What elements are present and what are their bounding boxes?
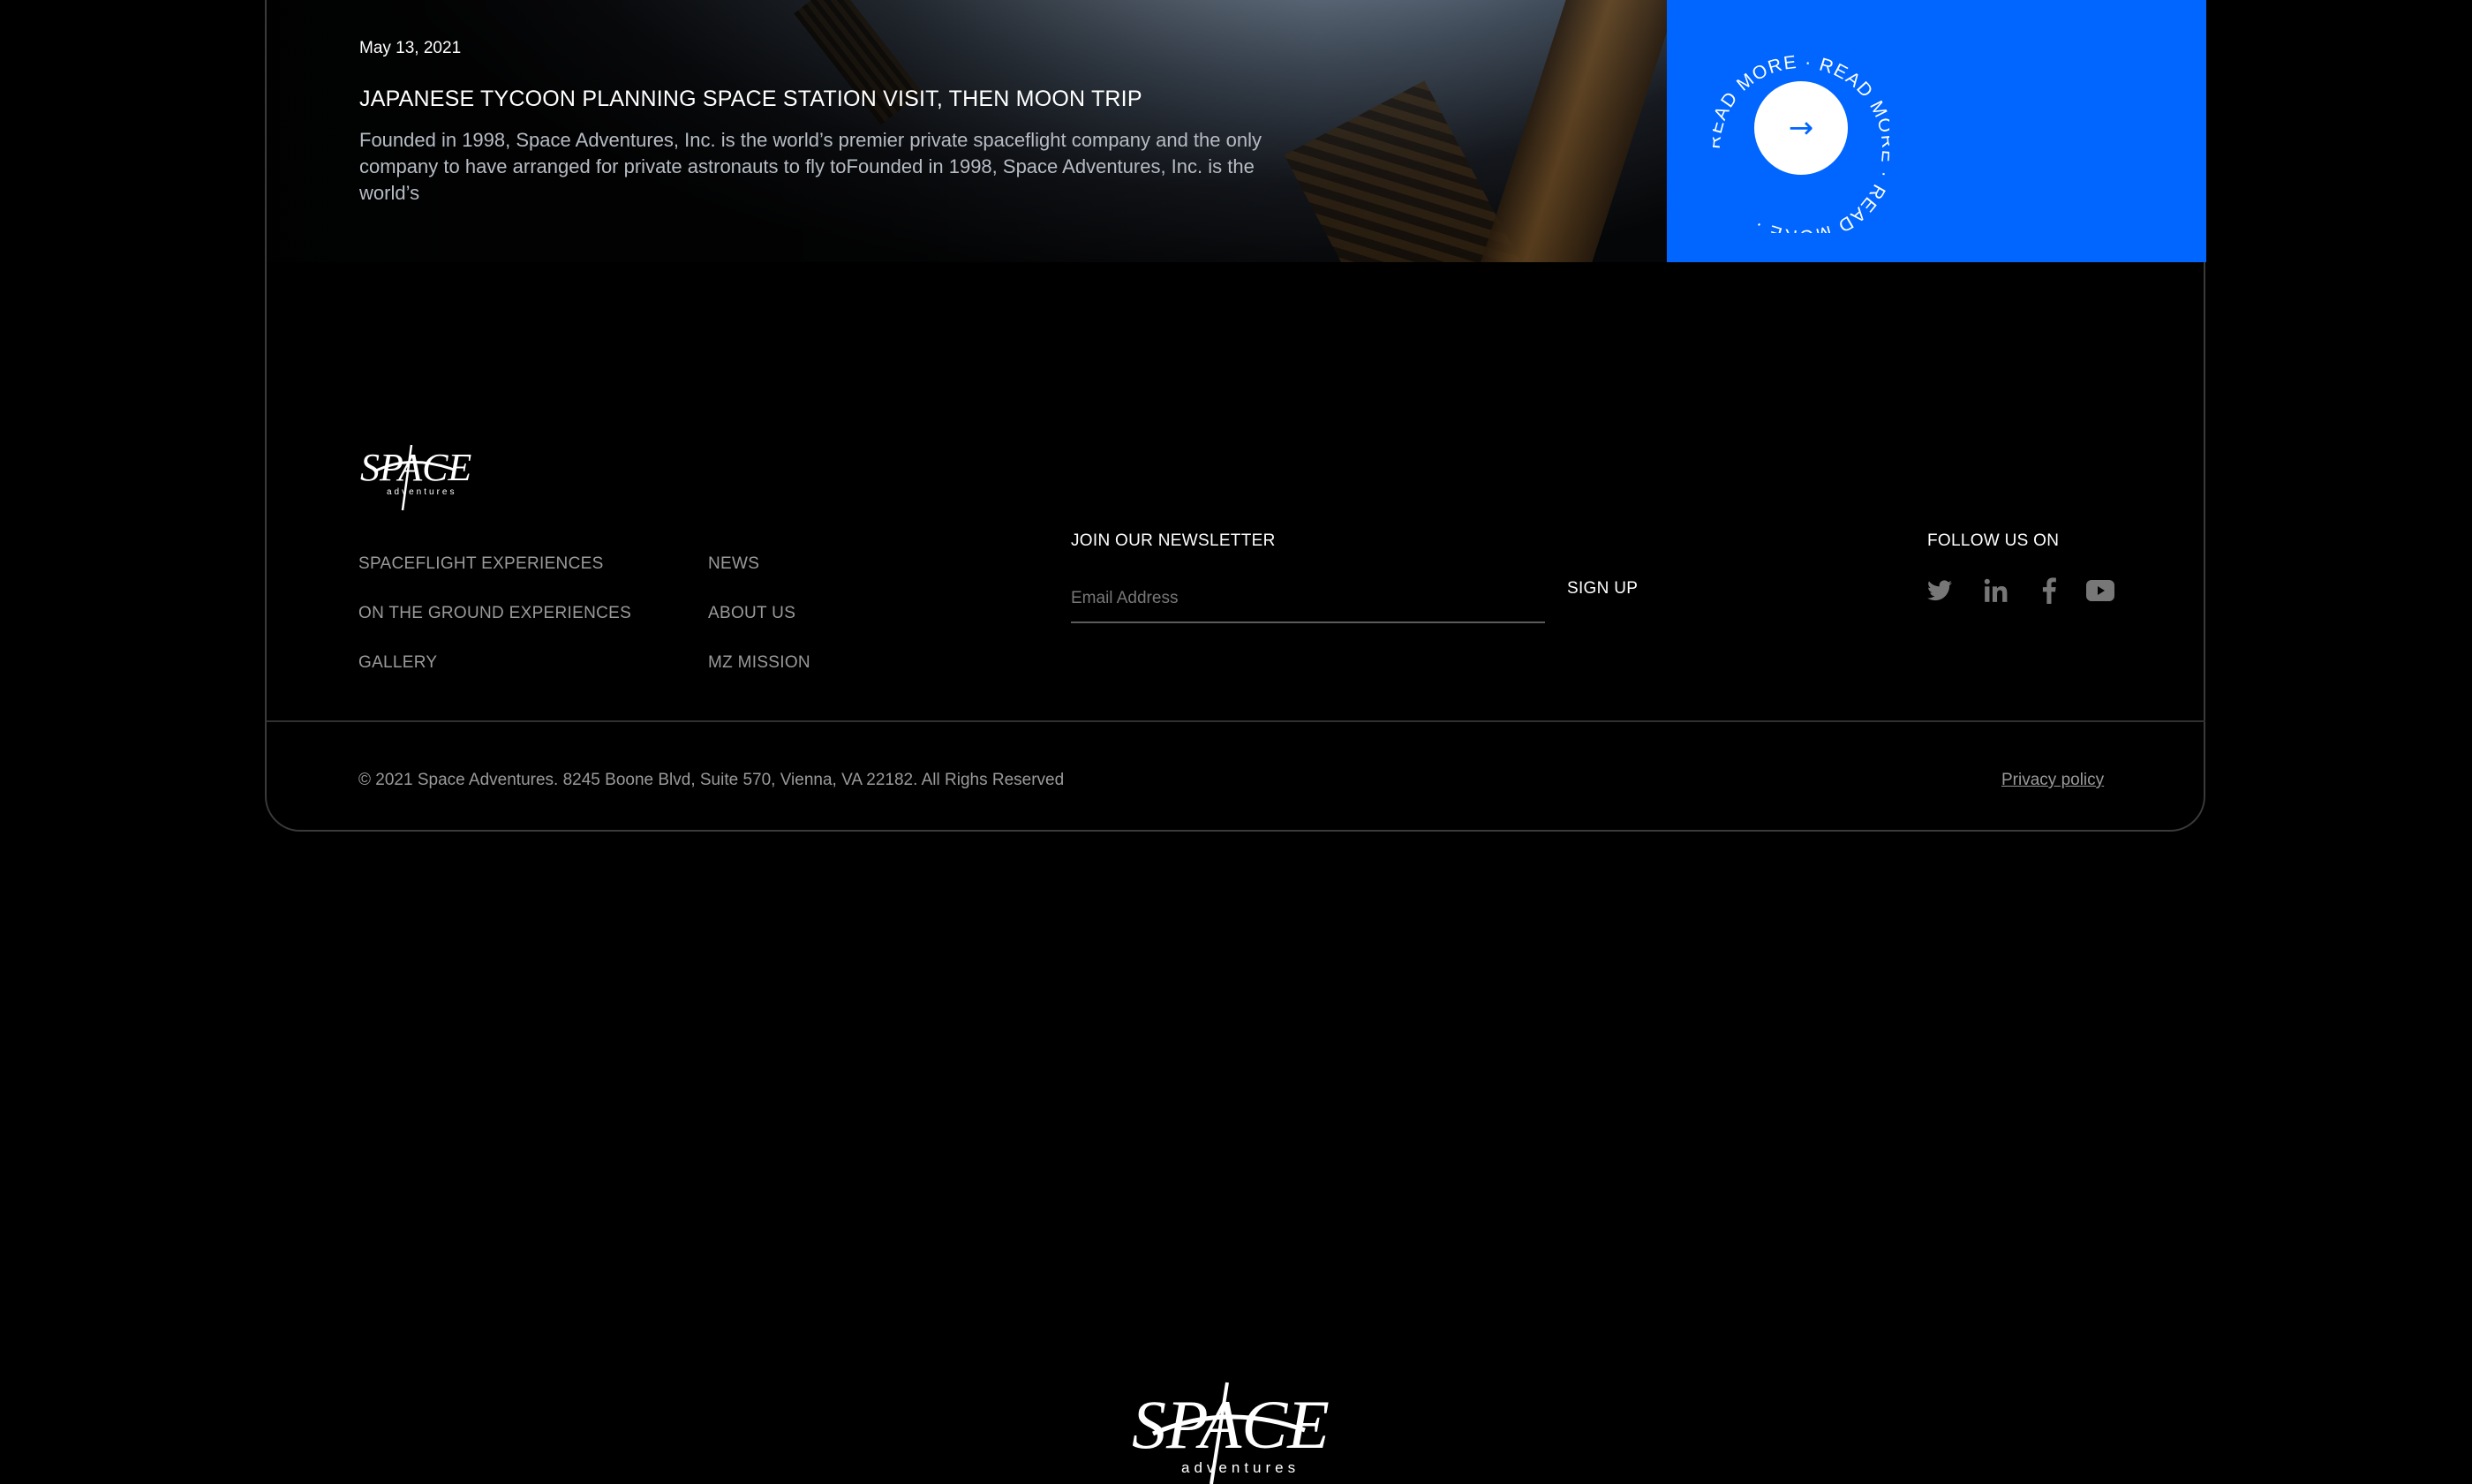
follow-us-label: FOLLOW US ON [1927, 531, 2060, 550]
linkedin-icon[interactable] [1981, 576, 2011, 606]
arrow-right-icon: → [1788, 110, 1814, 146]
footer-link-news[interactable]: NEWS [708, 554, 759, 574]
footer-link-about-us[interactable]: ABOUT US [708, 604, 795, 623]
privacy-policy-link[interactable]: Privacy policy [2001, 771, 2104, 790]
footer-link-on-the-ground-experiences[interactable]: ON THE GROUND EXPERIENCES [358, 604, 631, 623]
article-title[interactable]: JAPANESE TYCOON PLANNING SPACE STATION V… [359, 87, 1142, 112]
facebook-icon[interactable] [2034, 576, 2064, 606]
footer-divider [267, 720, 2205, 722]
copyright-text: © 2021 Space Adventures. 8245 Boone Blvd… [358, 771, 1065, 789]
footer-link-gallery[interactable]: GALLERY [358, 653, 437, 673]
read-more-panel[interactable]: READ MORE · READ MORE · READ MORE · → [1667, 0, 2206, 262]
article-date: May 13, 2021 [359, 39, 462, 57]
logo-subtext: adventures [387, 487, 456, 497]
email-input[interactable] [1071, 576, 1545, 623]
large-logo-wordmark: SPACE [1132, 1386, 1330, 1463]
sign-up-button[interactable]: SIGN UP [1567, 579, 1638, 599]
space-adventures-logo-large: SPACE adventures [1132, 1382, 1330, 1484]
newsletter-label: JOIN OUR NEWSLETTER [1071, 531, 1276, 550]
youtube-icon[interactable] [2085, 576, 2115, 606]
featured-article-card[interactable]: May 13, 2021 JAPANESE TYCOON PLANNING SP… [267, 0, 1667, 262]
logo-wordmark: SPACE [360, 446, 471, 489]
article-excerpt: Founded in 1998, Space Adventures, Inc. … [359, 129, 1262, 204]
footer-link-spaceflight-experiences[interactable]: SPACEFLIGHT EXPERIENCES [358, 554, 604, 574]
large-logo-subtext: adventures [1181, 1459, 1300, 1476]
footer-link-mz-mission[interactable]: MZ MISSION [708, 653, 810, 673]
space-adventures-logo[interactable]: SPACE adventures [357, 434, 480, 514]
read-more-button[interactable]: → [1754, 81, 1848, 175]
twitter-icon[interactable] [1925, 576, 1955, 606]
